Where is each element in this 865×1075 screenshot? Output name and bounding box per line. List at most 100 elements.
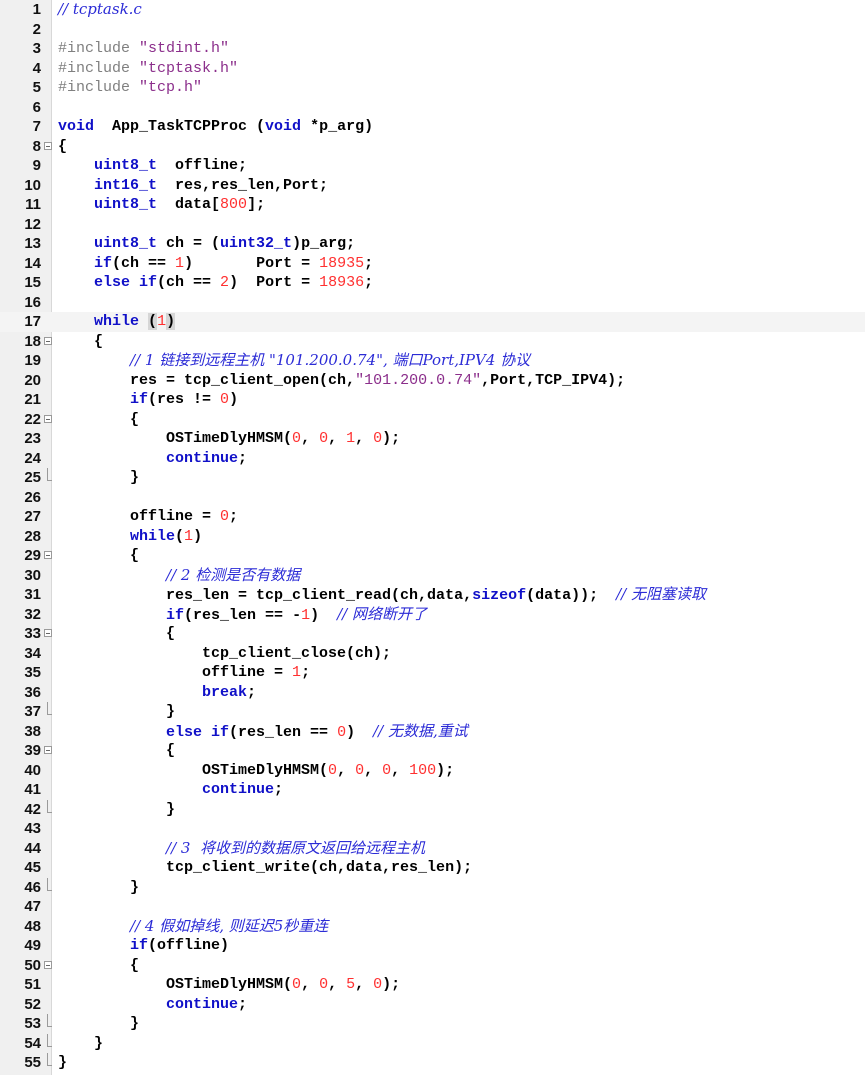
- code-line[interactable]: 50 {: [0, 956, 865, 976]
- code-text[interactable]: OSTimeDlyHMSM(0, 0, 1, 0);: [58, 429, 400, 449]
- code-text[interactable]: OSTimeDlyHMSM(0, 0, 0, 100);: [58, 761, 454, 781]
- code-line[interactable]: 25 }: [0, 468, 865, 488]
- code-text[interactable]: {: [58, 624, 175, 644]
- fold-toggle-icon[interactable]: [44, 336, 52, 345]
- code-text[interactable]: break;: [58, 683, 256, 703]
- code-line[interactable]: 29 {: [0, 546, 865, 566]
- code-line[interactable]: 55}: [0, 1053, 865, 1073]
- code-text[interactable]: {: [58, 956, 139, 976]
- code-text[interactable]: }: [58, 468, 139, 488]
- code-text[interactable]: continue;: [58, 780, 283, 800]
- code-line[interactable]: 41 continue;: [0, 780, 865, 800]
- code-line[interactable]: 14 if(ch == 1) Port = 18935;: [0, 254, 865, 274]
- code-text[interactable]: {: [58, 741, 175, 761]
- code-text[interactable]: }: [58, 1034, 103, 1054]
- code-text[interactable]: offline = 0;: [58, 507, 238, 527]
- code-line[interactable]: 39 {: [0, 741, 865, 761]
- code-text[interactable]: // 4 假如掉线, 则延迟5秒重连: [58, 917, 328, 938]
- fold-toggle-icon[interactable]: [44, 960, 52, 969]
- code-text[interactable]: }: [58, 1053, 67, 1073]
- code-line[interactable]: 11 uint8_t data[800];: [0, 195, 865, 215]
- code-text[interactable]: // 2 检测是否有数据: [58, 566, 300, 587]
- code-text[interactable]: }: [58, 878, 139, 898]
- fold-toggle-icon[interactable]: [44, 629, 52, 637]
- code-text[interactable]: // 3 将收到的数据原文返回给远程主机: [58, 839, 425, 860]
- code-line[interactable]: 22 {: [0, 410, 865, 430]
- code-text[interactable]: }: [58, 1014, 139, 1034]
- code-line[interactable]: 15 else if(ch == 2) Port = 18936;: [0, 273, 865, 293]
- code-text[interactable]: continue;: [58, 995, 247, 1015]
- code-text[interactable]: void App_TaskTCPProc (void *p_arg): [58, 117, 373, 137]
- code-text[interactable]: if(offline): [58, 936, 229, 956]
- code-line[interactable]: 10 int16_t res,res_len,Port;: [0, 176, 865, 196]
- code-text[interactable]: {: [58, 137, 67, 157]
- code-text[interactable]: int16_t res,res_len,Port;: [58, 176, 328, 196]
- code-text[interactable]: uint8_t offline;: [58, 156, 247, 176]
- code-line[interactable]: 33 {: [0, 624, 865, 644]
- code-text[interactable]: continue;: [58, 449, 247, 469]
- code-line[interactable]: 20 res = tcp_client_open(ch,"101.200.0.7…: [0, 371, 865, 391]
- code-line[interactable]: 19 // 1 链接到远程主机 "101.200.0.74", 端口Port,I…: [0, 351, 865, 371]
- fold-toggle-icon[interactable]: [44, 551, 52, 559]
- code-text[interactable]: #include "tcp.h": [58, 78, 202, 98]
- code-text[interactable]: res_len = tcp_client_read(ch,data,sizeof…: [58, 585, 706, 606]
- code-line[interactable]: 40 OSTimeDlyHMSM(0, 0, 0, 100);: [0, 761, 865, 781]
- code-line[interactable]: 27 offline = 0;: [0, 507, 865, 527]
- code-line[interactable]: 3 #include "stdint.h": [0, 39, 865, 59]
- code-text[interactable]: {: [58, 332, 103, 352]
- code-line[interactable]: 38 else if(res_len == 0) // 无数据,重试: [0, 722, 865, 742]
- code-line[interactable]: 45 tcp_client_write(ch,data,res_len);: [0, 858, 865, 878]
- code-text[interactable]: }: [58, 702, 175, 722]
- code-line[interactable]: 9 uint8_t offline;: [0, 156, 865, 176]
- code-text[interactable]: uint8_t ch = (uint32_t)p_arg;: [58, 234, 355, 254]
- code-editor[interactable]: 1// tcptask.c 2 3 #include "stdint.h" 4 #incl…: [0, 0, 865, 1075]
- code-text[interactable]: tcp_client_close(ch);: [58, 644, 391, 664]
- code-line[interactable]: 8{: [0, 137, 865, 157]
- code-line[interactable]: 5 #include "tcp.h": [0, 78, 865, 98]
- code-line[interactable]: 32 if(res_len == -1) // 网络断开了: [0, 605, 865, 625]
- code-text[interactable]: if(res != 0): [58, 390, 238, 410]
- code-text[interactable]: while(1): [58, 527, 202, 547]
- code-text[interactable]: if(res_len == -1) // 网络断开了: [58, 605, 427, 626]
- code-line[interactable]: 34 tcp_client_close(ch);: [0, 644, 865, 664]
- code-line[interactable]: 16: [0, 293, 865, 313]
- code-line[interactable]: 26: [0, 488, 865, 508]
- code-line[interactable]: 12: [0, 215, 865, 235]
- code-text[interactable]: {: [58, 410, 139, 430]
- code-line[interactable]: 46 }: [0, 877, 865, 898]
- code-line[interactable]: 23 OSTimeDlyHMSM(0, 0, 1, 0);: [0, 429, 865, 449]
- code-line[interactable]: 17 while (1): [0, 312, 865, 332]
- code-text[interactable]: else if(res_len == 0) // 无数据,重试: [58, 722, 468, 743]
- code-line[interactable]: 7 void App_TaskTCPProc (void *p_arg): [0, 117, 865, 137]
- code-text[interactable]: while (1): [58, 312, 176, 332]
- code-line[interactable]: 21 if(res != 0): [0, 390, 865, 410]
- code-line[interactable]: 2: [0, 20, 865, 40]
- code-line[interactable]: 54 }: [0, 1033, 865, 1054]
- code-text[interactable]: #include "stdint.h": [58, 39, 229, 59]
- code-text[interactable]: OSTimeDlyHMSM(0, 0, 5, 0);: [58, 975, 400, 995]
- code-line[interactable]: 6: [0, 98, 865, 118]
- code-line[interactable]: 24 continue;: [0, 449, 865, 469]
- code-line[interactable]: 4 #include "tcptask.h": [0, 59, 865, 79]
- code-text[interactable]: res = tcp_client_open(ch,"101.200.0.74",…: [58, 371, 625, 391]
- code-line[interactable]: 28 while(1): [0, 527, 865, 547]
- code-line[interactable]: 47: [0, 897, 865, 917]
- code-text[interactable]: if(ch == 1) Port = 18935;: [58, 254, 373, 274]
- fold-toggle-icon[interactable]: [44, 141, 52, 150]
- code-line[interactable]: 37 }: [0, 702, 865, 722]
- code-line[interactable]: 48 // 4 假如掉线, 则延迟5秒重连: [0, 917, 865, 937]
- code-text[interactable]: #include "tcptask.h": [58, 59, 238, 79]
- code-line[interactable]: 51 OSTimeDlyHMSM(0, 0, 5, 0);: [0, 975, 865, 995]
- code-text[interactable]: {: [58, 546, 139, 566]
- code-line[interactable]: 52 continue;: [0, 995, 865, 1015]
- code-line[interactable]: 13 uint8_t ch = (uint32_t)p_arg;: [0, 234, 865, 254]
- code-text[interactable]: // 1 链接到远程主机 "101.200.0.74", 端口Port,IPV4…: [58, 351, 530, 372]
- code-text[interactable]: uint8_t data[800];: [58, 195, 265, 215]
- code-text[interactable]: // tcptask.c: [58, 0, 142, 21]
- code-text[interactable]: else if(ch == 2) Port = 18936;: [58, 273, 373, 293]
- fold-toggle-icon[interactable]: [44, 414, 52, 423]
- code-text[interactable]: }: [58, 800, 175, 820]
- code-line[interactable]: 30 // 2 检测是否有数据: [0, 566, 865, 586]
- code-line[interactable]: 44 // 3 将收到的数据原文返回给远程主机: [0, 839, 865, 859]
- code-text[interactable]: tcp_client_write(ch,data,res_len);: [58, 858, 472, 878]
